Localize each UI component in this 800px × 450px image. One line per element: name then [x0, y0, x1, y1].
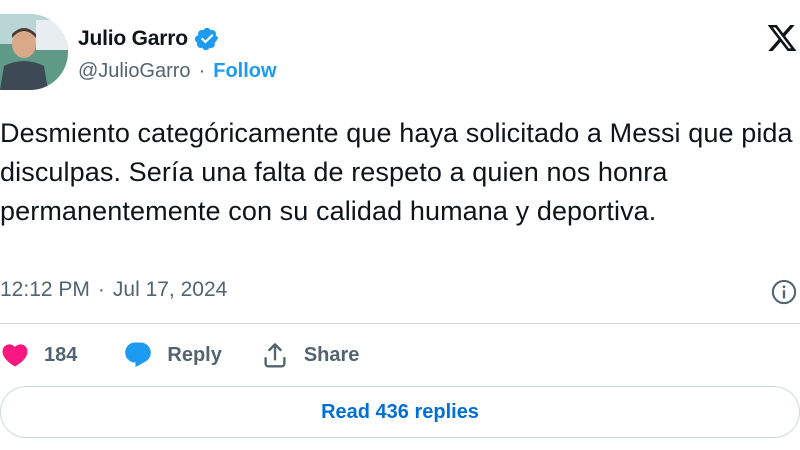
reply-button[interactable]: Reply: [123, 340, 259, 370]
tweet-time: 12:12 PM: [0, 278, 90, 301]
share-label: Share: [303, 343, 360, 366]
speech-bubble-icon: [125, 342, 152, 368]
reply-label: Reply: [167, 343, 222, 366]
follow-button[interactable]: Follow: [213, 60, 276, 83]
read-replies-button[interactable]: Read 436 replies: [0, 386, 800, 438]
verified-badge-icon: [194, 27, 218, 51]
share-icon: [264, 343, 286, 368]
x-logo-icon[interactable]: [766, 22, 798, 54]
heart-icon: [2, 344, 28, 367]
separator-dot: ·: [97, 278, 105, 301]
avatar[interactable]: [0, 14, 68, 90]
share-button[interactable]: Share: [260, 340, 360, 370]
separator-dot: ·: [198, 60, 206, 82]
info-icon[interactable]: [770, 278, 798, 306]
author-handle[interactable]: @JulioGarro: [78, 60, 191, 83]
like-button[interactable]: 184: [0, 340, 123, 370]
author-handle-row: @JulioGarro · Follow: [78, 60, 277, 83]
tweet-timestamp[interactable]: 12:12 PM · Jul 17, 2024: [0, 278, 227, 302]
tweet-date: Jul 17, 2024: [112, 278, 228, 301]
author-name-row: Julio Garro: [78, 26, 220, 52]
action-bar: 184 Reply Share: [0, 340, 359, 370]
tweet-text: Desmiento categóricamente que haya solic…: [0, 118, 793, 226]
like-count: 184: [44, 343, 78, 366]
divider: [0, 323, 800, 324]
avatar-photo: [0, 14, 68, 90]
author-display-name[interactable]: Julio Garro: [78, 27, 188, 51]
